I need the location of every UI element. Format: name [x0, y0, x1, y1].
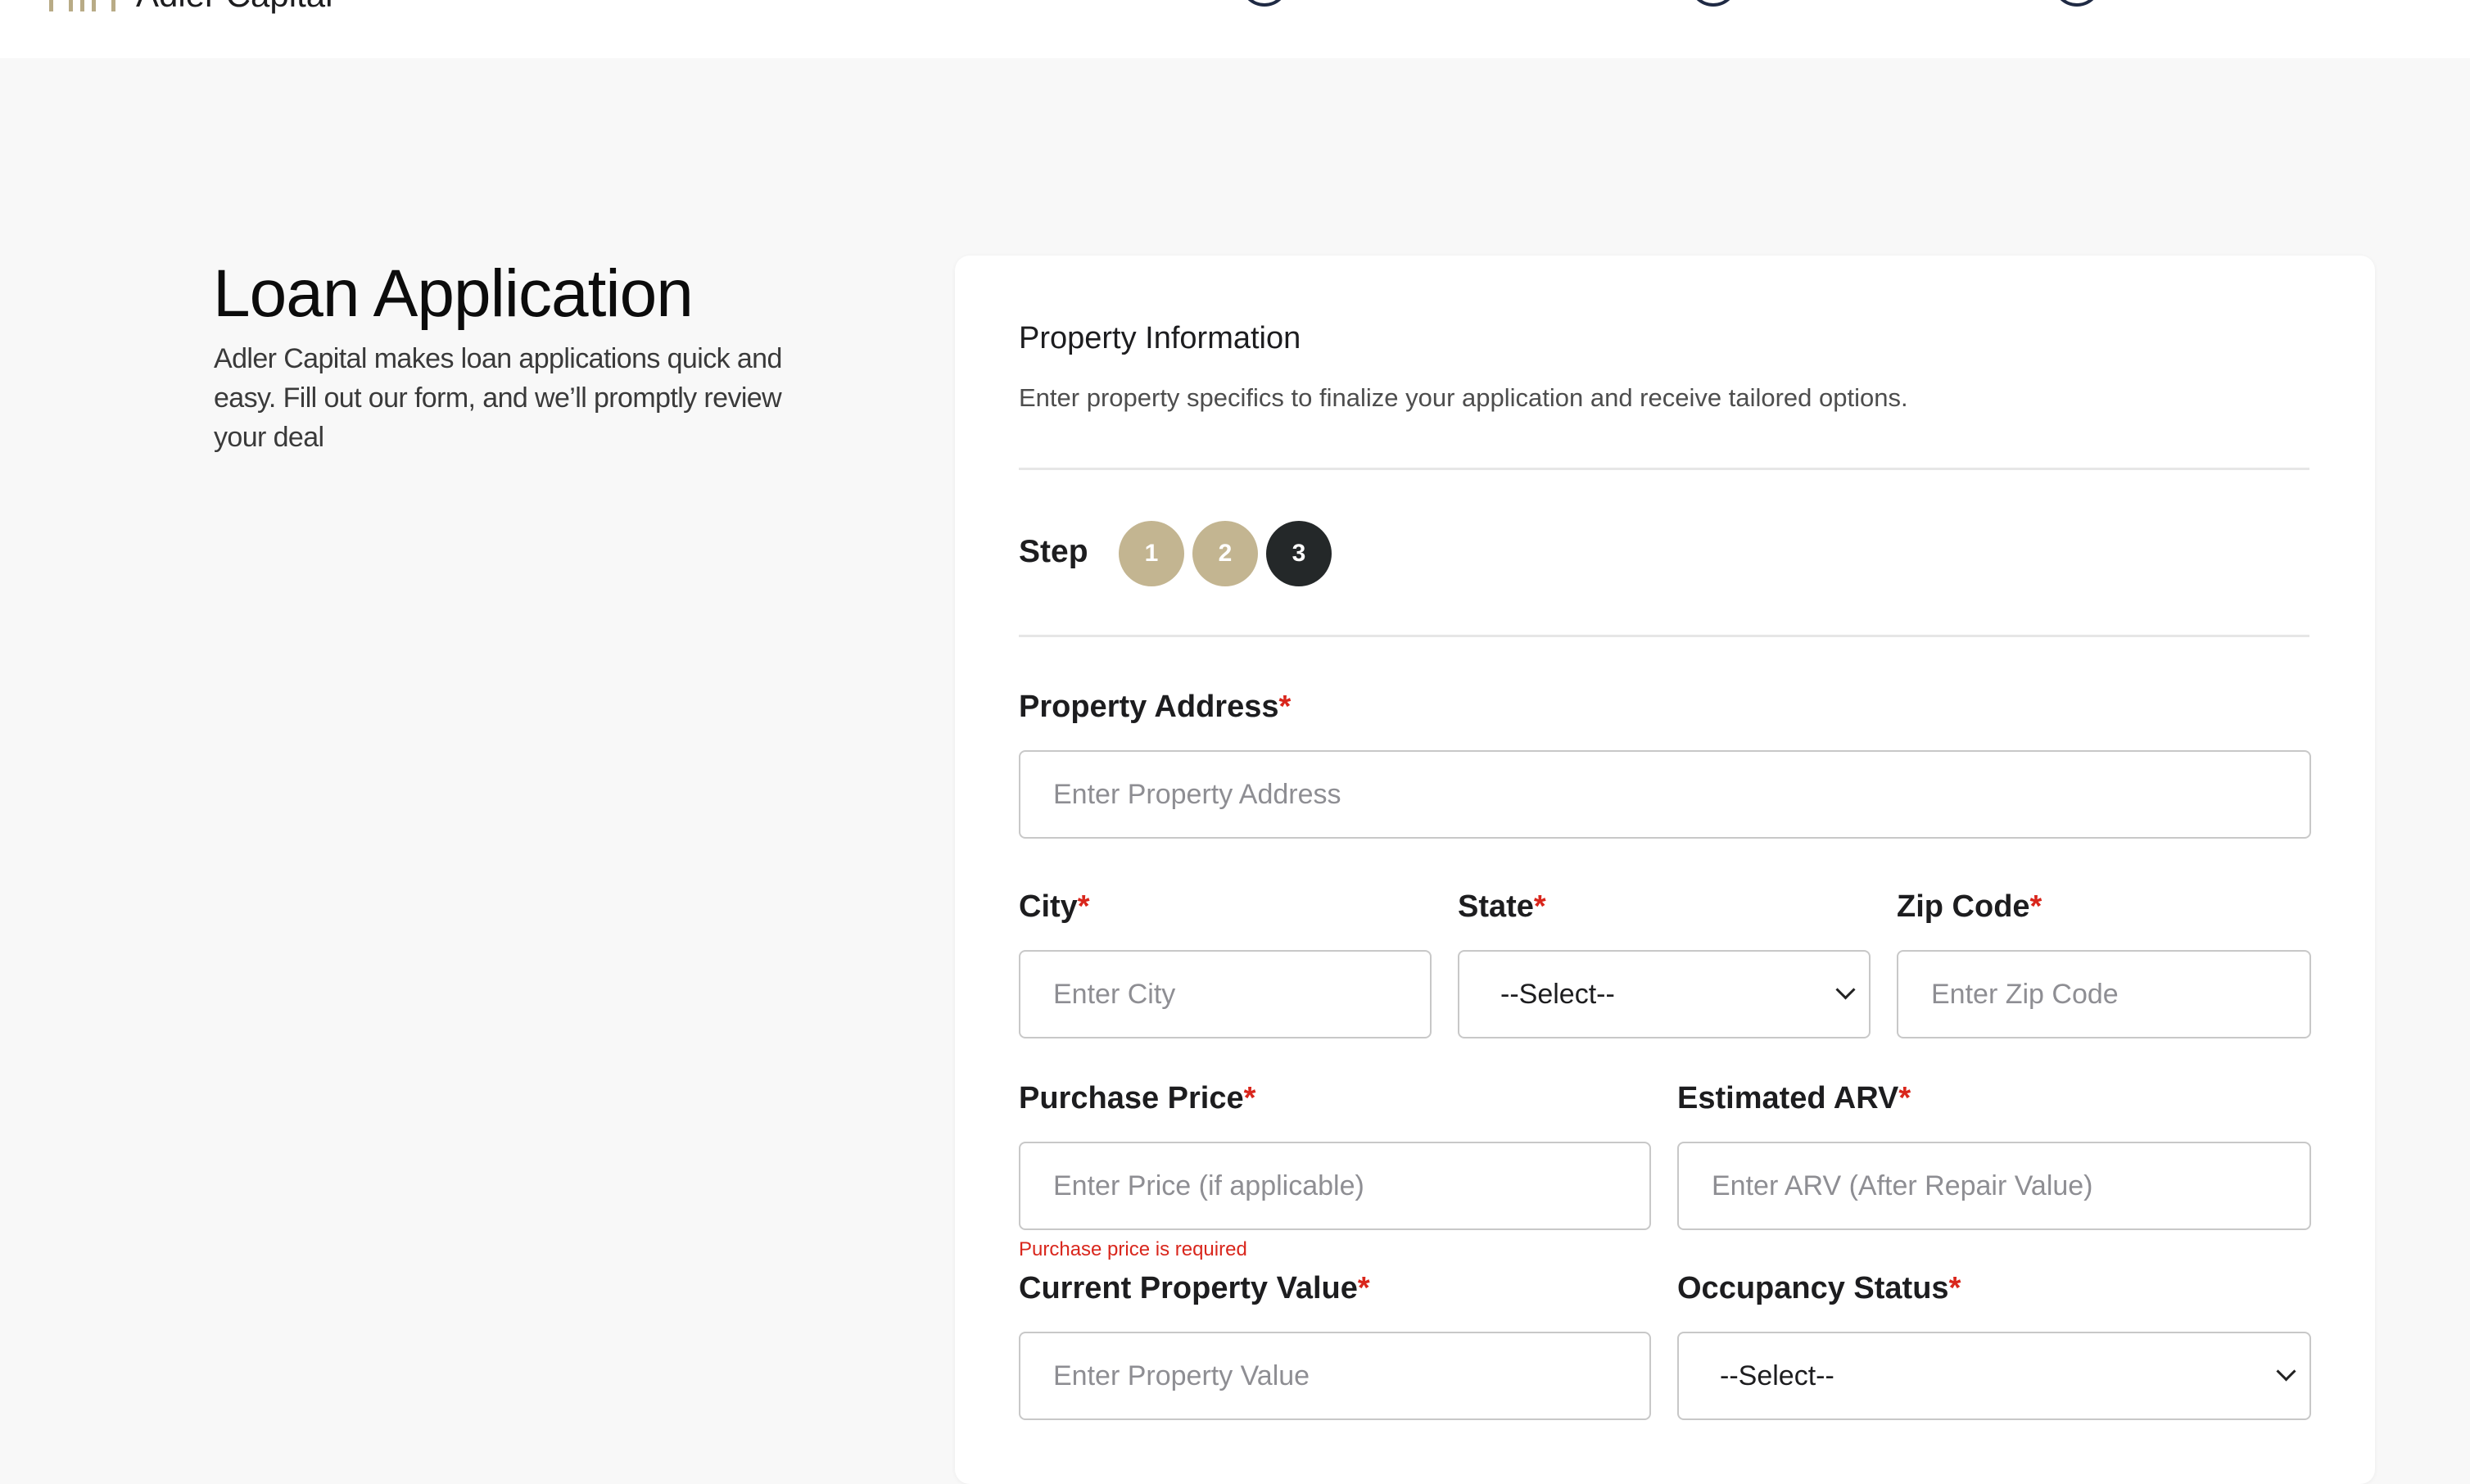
- zip-code-label: Zip Code*: [1897, 889, 2042, 924]
- occupancy-status-select[interactable]: --Select--: [1677, 1332, 2311, 1420]
- property-address-input[interactable]: [1019, 750, 2311, 839]
- brand-name[interactable]: Adler Capital: [136, 0, 332, 15]
- purchase-price-input[interactable]: [1019, 1142, 1651, 1230]
- step-2-indicator[interactable]: 2: [1192, 521, 1258, 586]
- page-title: Loan Application: [213, 256, 694, 331]
- current-property-value-input[interactable]: [1019, 1332, 1651, 1420]
- estimated-arv-label: Estimated ARV*: [1677, 1081, 1911, 1115]
- step-1-indicator[interactable]: 1: [1119, 521, 1184, 586]
- page-description: Adler Capital makes loan applications qu…: [214, 343, 782, 453]
- divider: [1019, 468, 2309, 470]
- zip-code-input[interactable]: [1897, 950, 2311, 1038]
- loan-form-card: Property Information Enter property spec…: [955, 256, 2375, 1484]
- divider: [1019, 635, 2309, 637]
- estimated-arv-input[interactable]: [1677, 1142, 2311, 1230]
- purchase-price-label: Purchase Price*: [1019, 1081, 1256, 1115]
- chevron-down-icon: [2276, 1361, 2296, 1382]
- occupancy-status-label: Occupancy Status*: [1677, 1271, 1961, 1305]
- chevron-down-icon: [1835, 980, 1856, 1000]
- nav-icon-3[interactable]: [2054, 0, 2100, 7]
- purchase-price-error: Purchase price is required: [1019, 1238, 1247, 1260]
- step-3-indicator[interactable]: 3: [1266, 521, 1332, 586]
- section-title: Property Information: [1019, 321, 1301, 355]
- city-input[interactable]: [1019, 950, 1432, 1038]
- current-property-value-label: Current Property Value*: [1019, 1271, 1370, 1305]
- top-navigation-bar: Adler Capital: [0, 0, 2470, 58]
- city-label: City*: [1019, 889, 1090, 924]
- state-label: State*: [1458, 889, 1546, 924]
- step-label: Step: [1019, 534, 1088, 569]
- state-select[interactable]: --Select--: [1458, 950, 1871, 1038]
- brand-logo-icon[interactable]: [49, 0, 116, 11]
- property-address-label: Property Address*: [1019, 690, 1292, 724]
- nav-icon-1[interactable]: [1242, 0, 1287, 7]
- state-select-value: --Select--: [1500, 978, 1615, 1010]
- nav-icon-2[interactable]: [1690, 0, 1736, 7]
- occupancy-select-value: --Select--: [1720, 1360, 1834, 1391]
- section-description: Enter property specifics to finalize you…: [1019, 383, 1908, 412]
